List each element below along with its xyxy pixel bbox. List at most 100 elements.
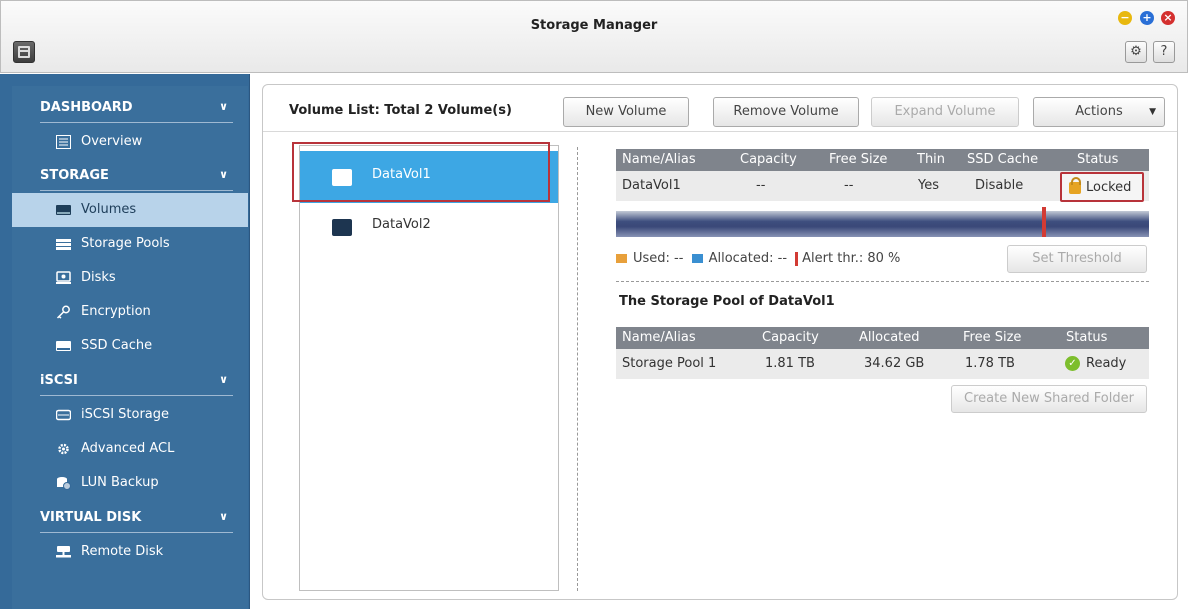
check-icon: ✓ [1065, 356, 1080, 371]
window-title: Storage Manager [530, 18, 658, 33]
settings-button[interactable]: ⚙ [1125, 41, 1147, 63]
chevron-down-icon: ∨ [219, 373, 228, 386]
column-header: Capacity [762, 330, 819, 345]
column-header: SSD Cache [967, 152, 1039, 167]
volume-table-header: Name/Alias Capacity Free Size Thin SSD C… [616, 149, 1149, 171]
sidebar-section-virtual-disk[interactable]: VIRTUAL DISK ∨ [40, 510, 236, 525]
legend-used: Used: -- [633, 251, 684, 266]
column-header: Free Size [963, 330, 1022, 345]
dashed-divider [616, 281, 1149, 282]
divider [40, 190, 233, 191]
column-header: Status [1066, 330, 1108, 345]
sidebar-item-advanced-acl[interactable]: Advanced ACL [12, 432, 248, 466]
disk-icon [56, 271, 71, 284]
sidebar-item-overview[interactable]: Overview [12, 125, 248, 159]
sidebar-section-dashboard[interactable]: DASHBOARD ∨ [40, 100, 236, 115]
lun-backup-icon [57, 477, 71, 490]
caret-down-icon: ▼ [1149, 107, 1156, 117]
cell-ssd-cache: Disable [975, 178, 1024, 193]
cell-allocated: 34.62 GB [864, 356, 925, 371]
set-threshold-button[interactable]: Set Threshold [1007, 245, 1147, 273]
pool-table-header: Name/Alias Capacity Allocated Free Size … [616, 327, 1149, 349]
cell-free-size: 1.78 TB [965, 356, 1015, 371]
column-header: Thin [917, 152, 946, 167]
overview-icon [56, 135, 71, 149]
section-label: iSCSI [40, 373, 78, 388]
column-header: Name/Alias [622, 152, 696, 167]
remove-volume-button[interactable]: Remove Volume [713, 97, 859, 127]
sidebar-item-encryption[interactable]: Encryption [12, 295, 248, 329]
gear-icon: ⚙ [1130, 44, 1142, 59]
cell-capacity: -- [756, 178, 766, 193]
status-badge: ✓ Ready [1065, 349, 1126, 379]
sidebar-section-storage[interactable]: STORAGE ∨ [40, 168, 236, 183]
sidebar-item-iscsi-storage[interactable]: iSCSI Storage [12, 398, 248, 432]
divider [40, 532, 233, 533]
volume-icon [332, 219, 352, 236]
sidebar-item-ssd-cache[interactable]: SSD Cache [12, 329, 248, 363]
expand-volume-button[interactable]: Expand Volume [871, 97, 1019, 127]
pool-table-row[interactable]: Storage Pool 1 1.81 TB 34.62 GB 1.78 TB … [616, 349, 1149, 379]
sidebar-section-iscsi[interactable]: iSCSI ∨ [40, 373, 236, 388]
volume-icon [56, 205, 71, 215]
volume-table-row[interactable]: DataVol1 -- -- Yes Disable Locked [616, 171, 1149, 202]
column-header: Status [1077, 152, 1119, 167]
title-bar: Storage Manager − + × ⚙ ? [0, 0, 1188, 73]
column-header: Capacity [740, 152, 797, 167]
cell-name: Storage Pool 1 [622, 356, 717, 371]
legend-allocated: Allocated: -- [708, 251, 788, 266]
remote-disk-icon [56, 546, 71, 558]
sidebar-item-storage-pools[interactable]: Storage Pools [12, 227, 248, 261]
cell-capacity: 1.81 TB [765, 356, 815, 371]
capacity-bar [616, 207, 1149, 237]
iscsi-storage-icon [56, 409, 71, 421]
volume-list-title: Volume List: Total 2 Volume(s) [289, 103, 512, 118]
volume-item-datavol2[interactable]: DataVol2 [300, 203, 558, 255]
cell-name: DataVol1 [622, 178, 681, 193]
status-badge[interactable]: Locked [1060, 172, 1144, 202]
divider [263, 131, 1177, 132]
used-swatch [616, 254, 627, 263]
menu-toggle-button[interactable] [13, 41, 35, 63]
cell-free-size: -- [844, 178, 854, 193]
create-shared-folder-button[interactable]: Create New Shared Folder [951, 385, 1147, 413]
chevron-down-icon: ∨ [219, 100, 228, 113]
minimize-icon[interactable]: − [1118, 11, 1132, 25]
volume-name: DataVol2 [372, 217, 431, 232]
new-volume-button[interactable]: New Volume [563, 97, 689, 127]
volume-list: DataVol1 DataVol2 [292, 142, 559, 591]
vertical-divider [577, 147, 578, 591]
column-header: Name/Alias [622, 330, 696, 345]
storage-pool-icon [56, 239, 71, 250]
actions-dropdown[interactable]: Actions ▼ [1033, 97, 1165, 127]
alert-swatch [795, 251, 799, 266]
close-icon[interactable]: × [1161, 11, 1175, 25]
sidebar-item-label: Advanced ACL [81, 441, 175, 456]
sidebar-item-label: Encryption [81, 304, 151, 319]
help-button[interactable]: ? [1153, 41, 1175, 63]
chevron-down-icon: ∨ [219, 168, 228, 181]
sidebar-item-disks[interactable]: Disks [12, 261, 248, 295]
key-icon [56, 305, 70, 319]
legend-alert: Alert thr.: 80 % [802, 251, 901, 266]
lock-icon [1069, 177, 1081, 194]
alert-threshold-marker [1042, 207, 1046, 237]
acl-gear-icon [58, 443, 69, 455]
capacity-legend: Used: -- Allocated: -- Alert thr.: 80 % [616, 251, 900, 266]
allocated-swatch [691, 254, 703, 263]
selection-highlight [292, 142, 550, 202]
sidebar-item-remote-disk[interactable]: Remote Disk [12, 535, 248, 569]
pool-section-title: The Storage Pool of DataVol1 [619, 294, 835, 309]
maximize-icon[interactable]: + [1140, 11, 1154, 25]
sidebar-item-label: Volumes [81, 202, 137, 217]
main-panel: Volume List: Total 2 Volume(s) New Volum… [262, 84, 1178, 600]
ssd-icon [56, 341, 71, 351]
cell-thin: Yes [918, 178, 939, 193]
chevron-down-icon: ∨ [219, 510, 228, 523]
sidebar-item-label: SSD Cache [81, 338, 153, 353]
sidebar-item-label: Disks [81, 270, 116, 285]
sidebar-item-lun-backup[interactable]: LUN Backup [12, 466, 248, 500]
status-text: Locked [1086, 180, 1132, 195]
divider [40, 395, 233, 396]
sidebar-item-volumes[interactable]: Volumes [12, 193, 248, 227]
